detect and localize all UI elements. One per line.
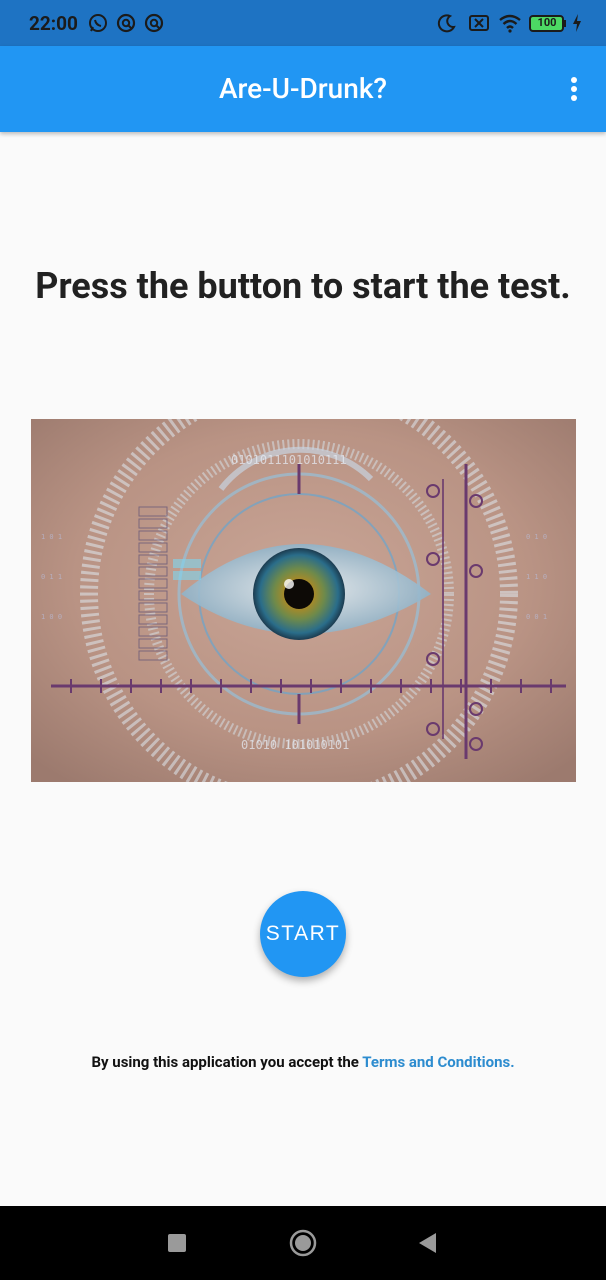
svg-text:0 0 1: 0 0 1 [526,613,547,621]
moon-icon [437,13,457,37]
battery-icon: 100 [529,14,567,38]
notification-icon [116,13,136,37]
notification-icon [144,13,164,37]
svg-text:01010 101010101: 01010 101010101 [241,738,349,752]
back-icon[interactable] [417,1232,437,1258]
whatsapp-icon [88,13,108,37]
charging-icon [571,13,583,37]
svg-text:0 1 0: 0 1 0 [526,533,547,541]
svg-text:1 1 0: 1 1 0 [526,573,547,581]
svg-text:0 1 1: 0 1 1 [41,573,62,581]
sim-off-icon [468,13,490,37]
app-title: Are-U-Drunk? [218,72,388,105]
status-bar: 22:00 100 [0,0,606,46]
terms-prefix: By using this application you accept the [91,1053,363,1071]
svg-text:0101011101010111: 0101011101010111 [231,453,347,467]
headline: Press the button to start the test. [35,265,571,307]
svg-text:1 0 0: 1 0 0 [41,613,62,621]
status-time: 22:00 [29,12,78,35]
terms-notice: By using this application you accept the… [0,1053,606,1071]
eye-scan-image: 1 0 1 0 1 1 1 0 0 0 1 0 1 1 0 0 0 1 01010111… [31,375,576,813]
recents-icon[interactable] [168,1234,186,1256]
svg-text:1 0 1: 1 0 1 [41,533,62,541]
more-vert-icon[interactable] [564,74,584,106]
terms-link[interactable]: Terms and Conditions. [362,1053,514,1071]
app-bar: Are-U-Drunk? [0,46,606,132]
wifi-icon [498,13,522,37]
home-icon[interactable] [289,1229,317,1261]
start-button[interactable]: START [260,891,346,977]
battery-level: 100 [537,16,557,29]
navigation-bar [0,1206,606,1280]
